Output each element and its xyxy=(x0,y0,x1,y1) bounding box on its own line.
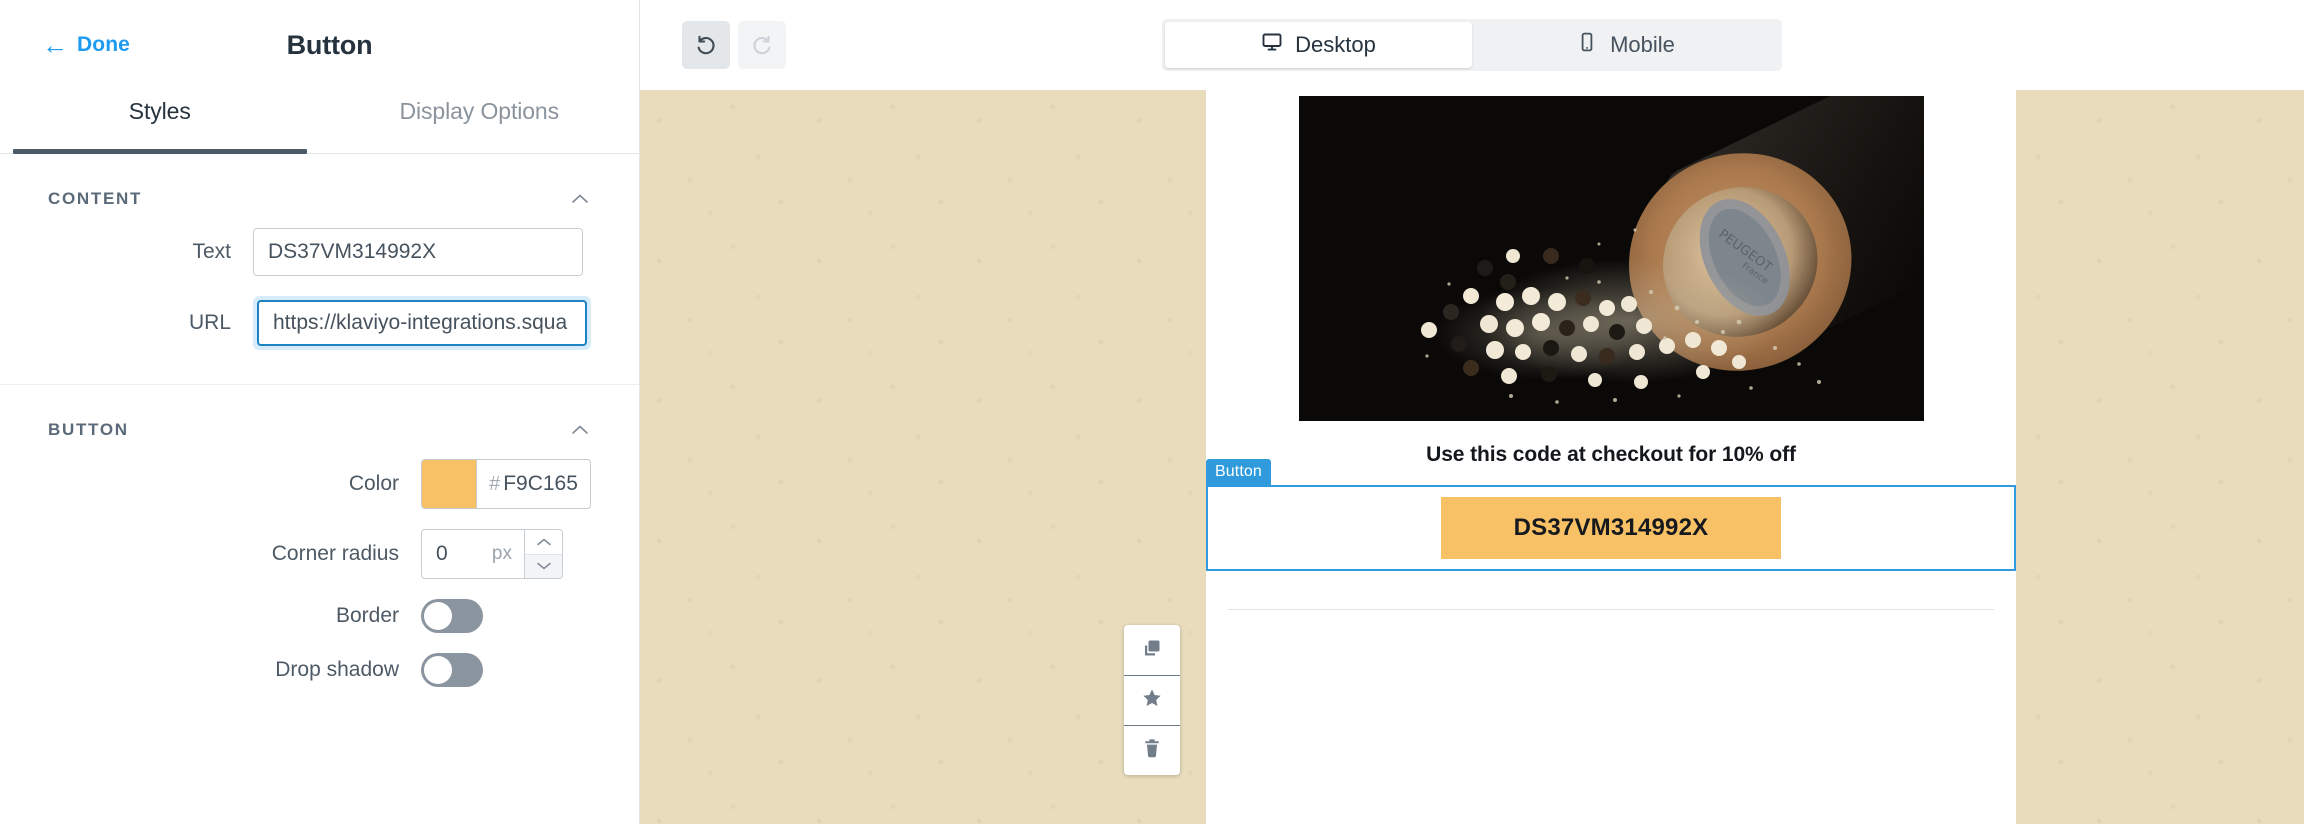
tab-styles[interactable]: Styles xyxy=(0,90,320,154)
stepper-increment-button[interactable] xyxy=(525,530,562,554)
field-url-control xyxy=(253,296,591,350)
field-corner-radius-control: 0 px xyxy=(421,529,591,579)
field-border: Border xyxy=(48,599,591,633)
field-corner-radius: Corner radius 0 px xyxy=(48,529,591,579)
corner-radius-stepper[interactable]: 0 px xyxy=(421,529,563,579)
stepper-arrows xyxy=(524,530,562,578)
field-text: Text xyxy=(48,228,591,276)
duplicate-block-button[interactable] xyxy=(1124,625,1180,675)
section-content-title: CONTENT xyxy=(48,189,143,208)
section-content: CONTENT Text URL xyxy=(0,154,639,384)
delete-block-button[interactable] xyxy=(1124,725,1180,775)
device-option-desktop[interactable]: Desktop xyxy=(1165,22,1472,68)
done-button[interactable]: ← Done xyxy=(42,32,130,58)
field-color: Color # F9C165 xyxy=(48,459,591,509)
field-drop-shadow-label: Drop shadow xyxy=(275,658,399,681)
tab-styles-label: Styles xyxy=(128,98,191,124)
corner-radius-value: 0 xyxy=(436,542,448,565)
field-url: URL xyxy=(48,296,591,350)
field-drop-shadow-control xyxy=(421,653,591,687)
section-button-title: BUTTON xyxy=(48,420,129,439)
selected-button-block[interactable]: Button DS37VM314992X xyxy=(1206,459,2016,571)
editor-area: Desktop Mobile PEUGEOT France Use this c… xyxy=(640,0,2304,824)
device-option-mobile-label: Mobile xyxy=(1610,32,1675,57)
block-type-badge: Button xyxy=(1206,459,1271,486)
section-button-header[interactable]: BUTTON xyxy=(0,385,639,447)
url-focus-ring xyxy=(253,296,591,350)
field-url-label: URL xyxy=(188,311,231,334)
duplicate-icon xyxy=(1140,636,1164,665)
border-toggle[interactable] xyxy=(421,599,483,633)
panel-header: ← Done Button xyxy=(0,0,639,90)
section-content-header[interactable]: CONTENT xyxy=(0,154,639,216)
hero-image[interactable]: PEUGEOT France xyxy=(1298,96,1924,421)
field-border-control xyxy=(421,599,591,633)
corner-radius-unit: px xyxy=(491,543,512,564)
field-drop-shadow: Drop shadow xyxy=(48,653,591,687)
promo-text: Use this code at checkout for 10% off xyxy=(1426,443,1796,466)
content-divider xyxy=(1228,609,1994,610)
corner-radius-value-box[interactable]: 0 px xyxy=(422,530,524,578)
color-swatch[interactable] xyxy=(422,460,476,508)
back-arrow-icon: ← xyxy=(42,30,68,60)
history-button-group xyxy=(682,21,786,69)
settings-tabs: Styles Display Options xyxy=(0,90,639,154)
drop-shadow-toggle[interactable] xyxy=(421,653,483,687)
field-text-label: Text xyxy=(192,240,231,263)
undo-button[interactable] xyxy=(682,21,730,69)
device-option-desktop-label: Desktop xyxy=(1295,32,1376,57)
color-hex-value: F9C165 xyxy=(503,472,578,495)
button-url-input[interactable] xyxy=(257,300,587,346)
field-color-label: Color xyxy=(348,472,399,495)
block-action-toolbar xyxy=(1124,625,1180,775)
email-editor-app: ← Done Button Styles Display Options CON… xyxy=(0,0,2304,824)
field-text-control xyxy=(253,228,591,276)
tab-display-options[interactable]: Display Options xyxy=(320,90,640,153)
star-icon xyxy=(1140,686,1164,715)
drop-shadow-toggle-knob xyxy=(424,656,452,684)
stepper-decrement-button[interactable] xyxy=(525,553,562,578)
email-cta-button[interactable]: DS37VM314992X xyxy=(1441,497,1781,559)
trash-icon xyxy=(1140,736,1164,765)
section-button-body: Color # F9C165 Corner radius 0 px Border… xyxy=(0,447,639,721)
tab-display-options-label: Display Options xyxy=(399,98,560,124)
email-body: PEUGEOT France Use this code at checkout… xyxy=(1206,90,2016,824)
phone-icon xyxy=(1576,31,1598,59)
hash-symbol: # xyxy=(489,472,501,495)
button-text-input[interactable] xyxy=(253,228,583,276)
field-color-control: # F9C165 xyxy=(421,459,591,509)
field-corner-radius-label: Corner radius xyxy=(271,542,399,565)
redo-button[interactable] xyxy=(738,21,786,69)
field-border-label: Border xyxy=(335,604,399,627)
color-picker[interactable]: # F9C165 xyxy=(421,459,591,509)
monitor-icon xyxy=(1261,31,1283,59)
chevron-up-icon xyxy=(569,419,591,441)
section-button: BUTTON Color # F9C165 Corner radius 0 px… xyxy=(0,384,639,721)
save-to-library-button[interactable] xyxy=(1124,675,1180,725)
chevron-up-icon xyxy=(569,188,591,210)
device-option-mobile[interactable]: Mobile xyxy=(1472,22,1779,68)
section-content-body: Text URL xyxy=(0,216,639,384)
color-hex-field[interactable]: # F9C165 xyxy=(476,460,590,508)
editor-toolbar: Desktop Mobile xyxy=(640,0,2304,90)
email-canvas: PEUGEOT France Use this code at checkout… xyxy=(640,90,2304,824)
block-settings-panel: ← Done Button Styles Display Options CON… xyxy=(0,0,640,824)
border-toggle-knob xyxy=(424,602,452,630)
device-preview-toggle: Desktop Mobile xyxy=(1162,19,1782,71)
done-button-label: Done xyxy=(77,33,130,56)
